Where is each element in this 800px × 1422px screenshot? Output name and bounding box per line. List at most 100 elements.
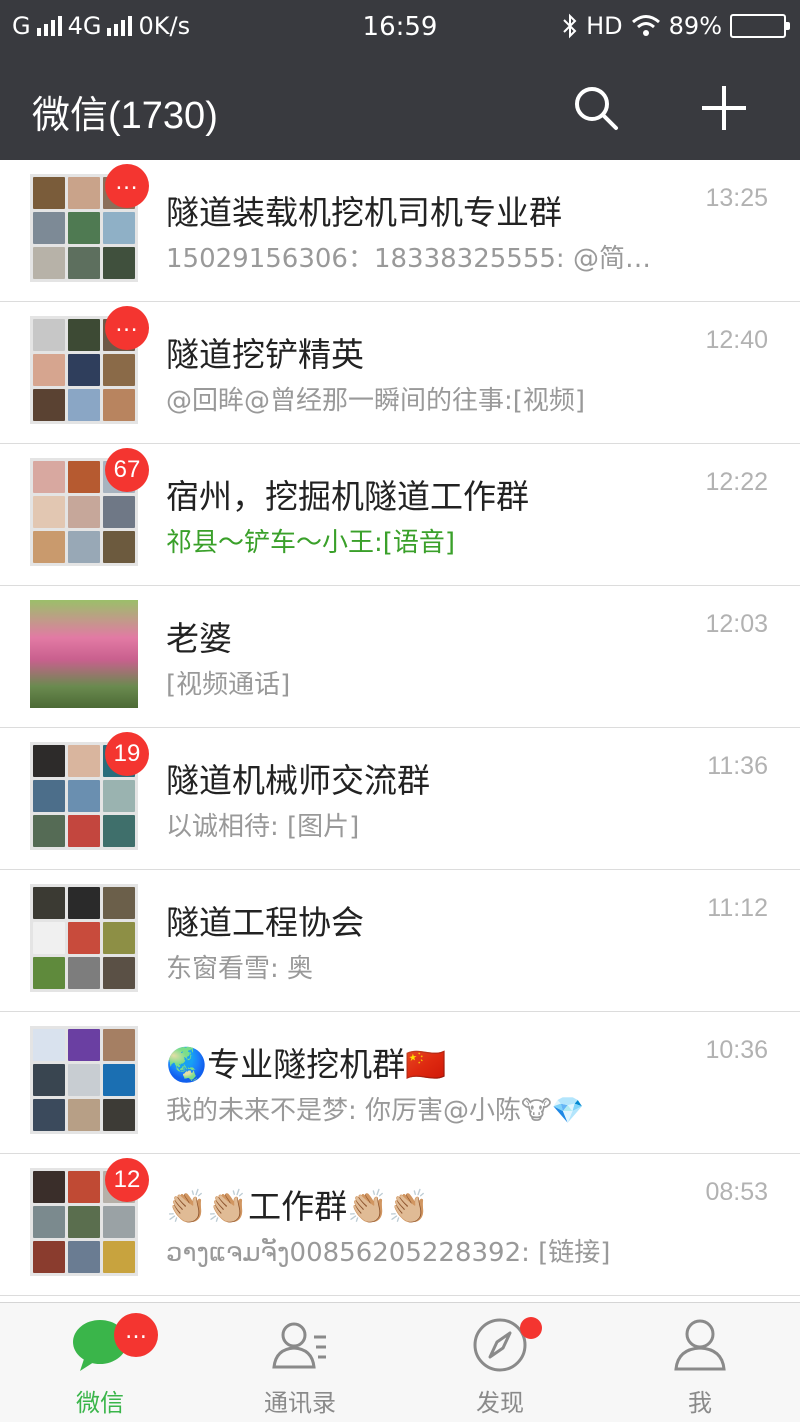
chat-name: 隧道机械师交流群 <box>166 761 430 800</box>
status-bar: G 4G 0K/s 16:59 HD 89% <box>0 0 800 54</box>
avatar-tile <box>103 887 135 919</box>
avatar-tile <box>68 1206 100 1238</box>
chat-preview: 祁县～铲车～小王:[语音] <box>166 528 456 558</box>
avatar-tile <box>33 1206 65 1238</box>
chat-time: 10:36 <box>705 1036 768 1064</box>
tab-label: 我 <box>688 1389 712 1417</box>
avatar <box>30 884 138 992</box>
avatar-tile <box>68 177 100 209</box>
avatar-tile <box>68 389 100 421</box>
add-button[interactable] <box>698 82 750 134</box>
chat-time: 12:03 <box>705 610 768 638</box>
avatar-tile <box>33 745 65 777</box>
discover-dot <box>520 1317 542 1339</box>
avatar-tile <box>33 1241 65 1273</box>
tab-bar: 微信 … 通讯录 发现 我 <box>0 1302 800 1422</box>
chat-name: 👏🏼👏🏼工作群👏🏼👏🏼 <box>166 1187 430 1226</box>
avatar-tile <box>33 177 65 209</box>
chat-name: 隧道挖铲精英 <box>166 335 364 374</box>
unread-badge: … <box>105 164 149 208</box>
avatar-tile <box>68 531 100 563</box>
unread-badge: 12 <box>105 1158 149 1202</box>
avatar-tile <box>33 957 65 989</box>
unread-badge: 19 <box>105 732 149 776</box>
avatar-tile <box>103 922 135 954</box>
avatar-tile <box>33 319 65 351</box>
chat-preview: ວາງແຈມຈັງ00856205228392: [链接] <box>166 1238 611 1268</box>
hd-label: HD <box>586 12 623 40</box>
chat-time: 12:22 <box>705 468 768 496</box>
page-title: 微信(1730) <box>32 95 218 137</box>
avatar-tile <box>103 212 135 244</box>
avatar-tile <box>33 354 65 386</box>
avatar-tile <box>68 247 100 279</box>
avatar-tile <box>33 922 65 954</box>
avatar-tile <box>33 531 65 563</box>
avatar-tile <box>68 496 100 528</box>
tab-contacts[interactable]: 通讯录 <box>200 1303 400 1422</box>
avatar-tile <box>103 1241 135 1273</box>
avatar-tile <box>68 1029 100 1061</box>
avatar-tile <box>68 461 100 493</box>
avatar-tile <box>68 319 100 351</box>
chat-preview: 15029156306：18338325555: @简… <box>166 244 651 274</box>
avatar-tile <box>103 389 135 421</box>
avatar-tile <box>33 389 65 421</box>
chat-row[interactable]: 67 宿州，挖掘机隧道工作群祁县～铲车～小王:[语音] 12:22 <box>0 444 800 586</box>
tab-label: 通讯录 <box>264 1389 336 1417</box>
chat-row[interactable]: 19 隧道机械师交流群 以诚相待: [图片] 11:36 <box>0 728 800 870</box>
avatar-tile <box>103 957 135 989</box>
avatar <box>30 1026 138 1134</box>
avatar-tile <box>33 887 65 919</box>
avatar-tile <box>103 247 135 279</box>
chat-preview: 我的未来不是梦: 你厉害@小陈🐮💎 <box>166 1096 585 1126</box>
unread-badge: 67 <box>105 448 149 492</box>
chat-name: 隧道装载机挖机司机专业群 <box>166 193 562 232</box>
avatar-tile <box>68 780 100 812</box>
chat-time: 08:53 <box>705 1178 768 1206</box>
plus-icon <box>702 86 746 130</box>
avatar-tile <box>68 212 100 244</box>
tab-chats[interactable]: 微信 … <box>0 1303 200 1422</box>
chat-list: … 隧道装载机挖机司机专业群 15029156306：18338325555: @简… <box>0 160 800 1296</box>
avatar-tile <box>33 1029 65 1061</box>
avatar-tile <box>103 1064 135 1096</box>
avatar-tile <box>103 780 135 812</box>
avatar-tile <box>103 1206 135 1238</box>
avatar-tile <box>103 354 135 386</box>
status-right: HD 89% <box>562 12 790 40</box>
chat-row[interactable]: 老婆 [视频通话] 12:03 <box>0 586 800 728</box>
chat-row[interactable]: 隧道工程协会 东窗看雪: 奥 11:12 <box>0 870 800 1012</box>
avatar-tile <box>33 247 65 279</box>
chat-name: 宿州，挖掘机隧道工作群 <box>166 477 529 516</box>
chat-row[interactable]: 12 👏🏼👏🏼工作群👏🏼👏🏼 ວາງແຈມຈັງ00856205228392: [链… <box>0 1154 800 1296</box>
avatar-tile <box>68 815 100 847</box>
chat-row[interactable]: 🌏专业隧挖机群🇨🇳 我的未来不是梦: 你厉害@小陈🐮💎 10:36 <box>0 1012 800 1154</box>
avatar-tile <box>103 815 135 847</box>
contacts-icon <box>272 1322 326 1369</box>
chat-name: 隧道工程协会 <box>166 903 364 942</box>
chat-name: 老婆 <box>166 619 232 658</box>
avatar-tile <box>103 531 135 563</box>
tab-discover[interactable]: 发现 <box>400 1303 600 1422</box>
bluetooth-icon <box>563 13 577 39</box>
avatar-tile <box>33 212 65 244</box>
avatar-tile <box>103 1029 135 1061</box>
avatar-tile <box>33 1171 65 1203</box>
search-button[interactable] <box>570 82 622 134</box>
avatar-tile <box>33 496 65 528</box>
avatar-tile <box>103 1099 135 1131</box>
tab-me[interactable]: 我 <box>600 1303 800 1422</box>
avatar-tile <box>68 1241 100 1273</box>
tab-label: 发现 <box>476 1389 524 1417</box>
chat-name: 🌏专业隧挖机群🇨🇳 <box>166 1045 447 1084</box>
avatar-tile <box>68 887 100 919</box>
battery-percent: 89% <box>668 12 722 40</box>
chat-preview: 东窗看雪: 奥 <box>166 954 314 984</box>
chat-preview: [视频通话] <box>166 670 291 700</box>
avatar-tile <box>33 1064 65 1096</box>
chat-row[interactable]: … 隧道挖铲精英 @回眸@曾经那一瞬间的往事:[视频] 12:40 <box>0 302 800 444</box>
chat-row[interactable]: … 隧道装载机挖机司机专业群 15029156306：18338325555: @简… <box>0 160 800 302</box>
avatar-tile <box>33 780 65 812</box>
avatar-tile <box>103 496 135 528</box>
